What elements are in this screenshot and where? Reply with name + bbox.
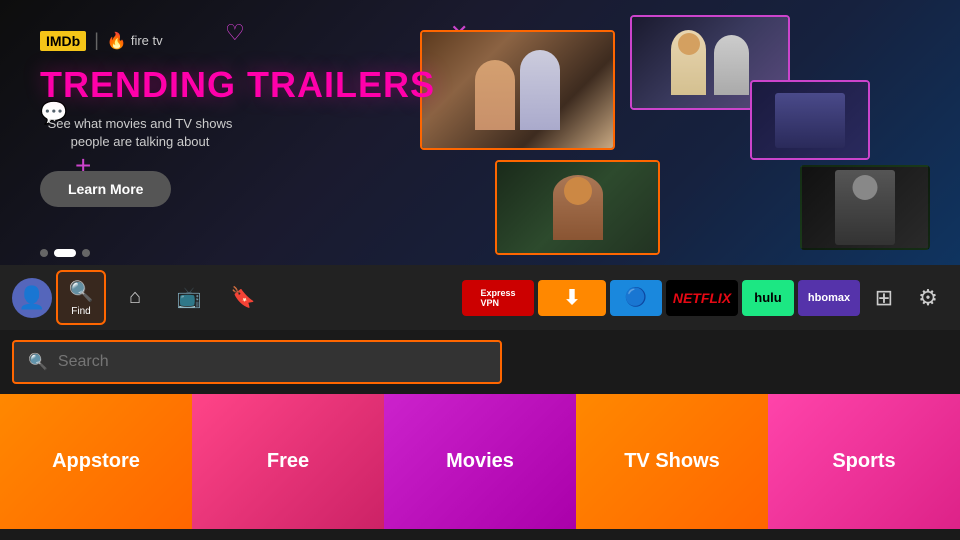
settings-button[interactable]: ⚙ — [908, 278, 948, 318]
thumbnail-5 — [800, 165, 930, 250]
dot-2[interactable] — [54, 249, 76, 257]
nav-item-bookmark[interactable]: 🔖 — [218, 270, 268, 325]
hero-content-left: IMDb | 🔥 fire tv TRENDING TRAILERS See w… — [40, 30, 435, 207]
tvshows-label: TV Shows — [624, 450, 720, 473]
search-icon: 🔍 — [69, 279, 94, 304]
nav-apps-group: ExpressVPN ⬇ 🔵 NETFLIX hulu hbomax ⊞ ⚙ — [462, 278, 948, 318]
app-blue[interactable]: 🔵 — [610, 280, 662, 316]
gear-icon: ⚙ — [918, 285, 938, 311]
expressvpn-label: ExpressVPN — [480, 288, 515, 308]
thumbnail-1 — [420, 30, 615, 150]
netflix-label: NETFLIX — [673, 290, 731, 306]
hero-thumbnails — [360, 0, 960, 265]
logo-separator: | — [94, 30, 99, 51]
navbar: 👤 🔍 Find ⌂ 📺 🔖 ExpressVPN ⬇ 🔵 — [0, 265, 960, 330]
firetv-icon: 🔥 — [107, 31, 127, 51]
search-bar[interactable]: 🔍 — [12, 340, 502, 384]
hero-logo: IMDb | 🔥 fire tv — [40, 30, 435, 51]
hbomax-label: hbomax — [808, 292, 850, 304]
blue-app-icon: 🔵 — [625, 287, 647, 308]
imdb-badge: IMDb — [40, 31, 86, 51]
app-hulu[interactable]: hulu — [742, 280, 794, 316]
hero-section: IMDb | 🔥 fire tv TRENDING TRAILERS See w… — [0, 0, 960, 265]
search-input[interactable] — [58, 353, 486, 371]
app-netflix[interactable]: NETFLIX — [666, 280, 738, 316]
categories-row: Appstore Free Movies TV Shows Sports — [0, 394, 960, 529]
hero-subtitle: See what movies and TV shows people are … — [40, 115, 240, 151]
user-avatar[interactable]: 👤 — [12, 278, 52, 318]
nav-item-find[interactable]: 🔍 Find — [56, 270, 106, 325]
firetv-logo: 🔥 fire tv — [107, 31, 163, 51]
search-bar-icon: 🔍 — [28, 352, 48, 372]
dot-1[interactable] — [40, 249, 48, 257]
nav-find-label: Find — [71, 306, 90, 317]
nav-item-home[interactable]: ⌂ — [110, 270, 160, 325]
tv-icon: 📺 — [177, 285, 202, 310]
nav-left-group: 👤 🔍 Find ⌂ 📺 🔖 — [12, 270, 268, 325]
hero-title: TRENDING TRAILERS — [40, 65, 435, 105]
category-movies[interactable]: Movies — [384, 394, 576, 529]
dot-3[interactable] — [82, 249, 90, 257]
search-section: 🔍 — [0, 330, 960, 394]
category-free[interactable]: Free — [192, 394, 384, 529]
sports-label: Sports — [832, 450, 895, 473]
carousel-dots — [40, 249, 90, 257]
free-label: Free — [267, 450, 309, 473]
thumbnail-3 — [750, 80, 870, 160]
app-hbomax[interactable]: hbomax — [798, 280, 860, 316]
thumbnail-4 — [495, 160, 660, 255]
appstore-label: Appstore — [52, 450, 140, 473]
app-downloader[interactable]: ⬇ — [538, 280, 606, 316]
downloader-icon: ⬇ — [564, 285, 581, 310]
category-appstore[interactable]: Appstore — [0, 394, 192, 529]
grid-icon: ⊞ — [875, 285, 893, 311]
app-expressvpn[interactable]: ExpressVPN — [462, 280, 534, 316]
firetv-label: fire tv — [131, 33, 163, 48]
home-icon: ⌂ — [129, 286, 141, 309]
movies-label: Movies — [446, 450, 514, 473]
hulu-label: hulu — [754, 290, 781, 305]
nav-item-live[interactable]: 📺 — [164, 270, 214, 325]
grid-button[interactable]: ⊞ — [864, 278, 904, 318]
category-sports[interactable]: Sports — [768, 394, 960, 529]
learn-more-button[interactable]: Learn More — [40, 171, 171, 207]
category-tvshows[interactable]: TV Shows — [576, 394, 768, 529]
bookmark-icon: 🔖 — [231, 285, 256, 310]
